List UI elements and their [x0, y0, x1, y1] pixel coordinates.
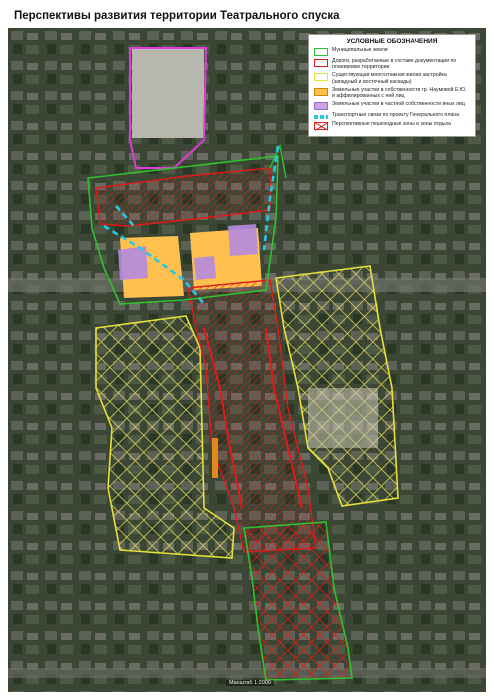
legend-item-housing: Существующая многоэтажная жилая застройк… [314, 72, 470, 85]
private-plots-swatch [314, 102, 328, 111]
municipal-land-swatch [314, 48, 328, 56]
transport-link-swatch [314, 115, 328, 120]
legend-label: Перспективные пешеходные зоны и зоны отд… [332, 121, 451, 128]
road-strip [8, 668, 486, 678]
legend-item-private: Земельные участки в частной собственност… [314, 101, 470, 111]
east-building [308, 388, 378, 448]
legend-label: Земельные участки в собственности гр. На… [332, 86, 467, 100]
private-plot [194, 256, 216, 280]
naumova-plots-swatch [314, 87, 328, 96]
scale-label: Масштаб 1:2000 [226, 680, 274, 686]
legend-item-recreation: Перспективные пешеходные зоны и зоны отд… [314, 121, 470, 131]
satellite-map[interactable]: УСЛОВНЫЕ ОБОЗНАЧЕНИЯ Муниципальные земли… [8, 28, 486, 692]
page-title: Перспективы развития территории Театраль… [14, 10, 340, 22]
legend-label: Существующая многоэтажная жилая застройк… [332, 72, 447, 85]
legend-label: Дороги, разработанные в составе документ… [332, 58, 457, 71]
map-sheet: Перспективы развития территории Театраль… [0, 0, 494, 700]
legend-item-roads: Дороги, разработанные в составе документ… [314, 58, 470, 70]
street-marker [212, 438, 218, 478]
legend-title: УСЛОВНЫЕ ОБОЗНАЧЕНИЯ [346, 38, 438, 45]
roads-swatch [314, 59, 328, 67]
legend-item-municipal: Муниципальные земли [314, 47, 470, 56]
legend-item-naumova: Земельные участки в собственности гр. На… [314, 87, 470, 99]
legend-label: Земельные участки в частной собственност… [332, 101, 465, 108]
recreation-zone-swatch [314, 122, 328, 131]
legend-item-transport: Транспортные связи по проекту Генерально… [314, 112, 470, 120]
theatre-square [132, 48, 204, 138]
legend-label: Транспортные связи по проекту Генерально… [332, 112, 460, 119]
map-legend: УСЛОВНЫЕ ОБОЗНАЧЕНИЯ Муниципальные земли… [308, 34, 476, 138]
private-plot [118, 246, 148, 280]
legend-label: Муниципальные земли [332, 47, 388, 53]
housing-swatch [314, 73, 328, 82]
private-plot [228, 224, 258, 256]
